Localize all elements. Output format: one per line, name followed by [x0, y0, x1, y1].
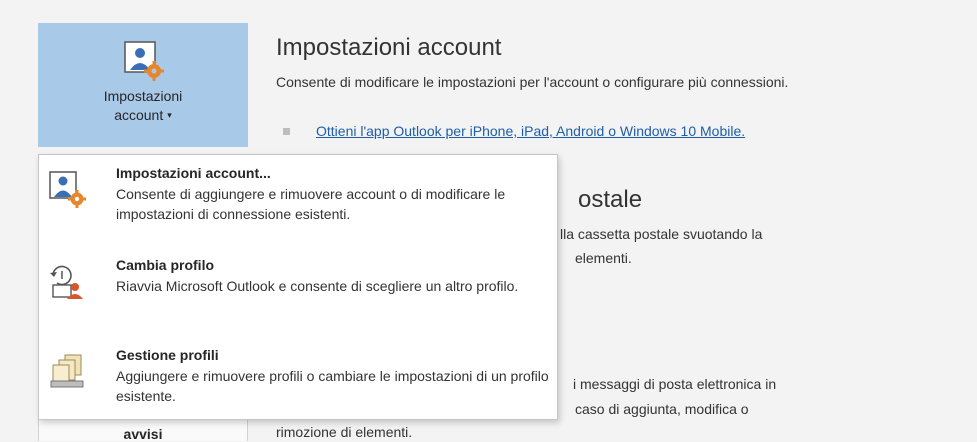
account-settings-button[interactable]: Impostazioni account ▾ [38, 23, 248, 147]
rules-description-line3: rimozione di elementi. [276, 424, 413, 440]
mailbox-description-line1: lla cassetta postale svuotando la [560, 226, 763, 242]
account-settings-dropdown: Impostazioni account... Consente di aggi… [38, 154, 558, 420]
change-profile-icon [47, 261, 87, 301]
account-button-label-line2: account [114, 107, 164, 123]
account-settings-icon [121, 38, 165, 82]
mailbox-description-line2: elementi. [575, 250, 632, 266]
menu-item-title: Gestione profili [116, 347, 219, 363]
menu-item-account-settings[interactable]: Impostazioni account... Consente di aggi… [39, 155, 557, 241]
account-button-label-line1: Impostazioni [103, 88, 183, 104]
account-settings-icon [47, 169, 87, 209]
menu-item-description: Aggiungere e rimuovere profili o cambiar… [116, 368, 549, 404]
menu-item-description: Riavvia Microsoft Outlook e consente di … [116, 278, 519, 294]
outlook-app-link[interactable]: Ottieni l'app Outlook per iPhone, iPad, … [316, 123, 745, 139]
manage-profiles-icon [47, 351, 87, 391]
menu-item-change-profile[interactable]: Cambia profilo Riavvia Microsoft Outlook… [39, 247, 557, 333]
mailbox-section-title: ostale [578, 186, 643, 213]
section-description: Consente di modificare le impostazioni p… [276, 74, 789, 90]
menu-item-title: Cambia profilo [116, 257, 215, 273]
rules-description-line1: i messaggi di posta elettronica in [573, 376, 777, 392]
chevron-down-icon: ▾ [167, 109, 172, 120]
rules-description-line2: caso di aggiunta, modifica o [575, 401, 749, 417]
bullet-icon [283, 127, 290, 135]
menu-item-description: Consente di aggiungere e rimuovere accou… [116, 186, 506, 222]
menu-item-title: Impostazioni account... [116, 165, 271, 181]
page-title: Impostazioni account [276, 34, 502, 61]
rules-alerts-button[interactable]: avvisi [38, 418, 248, 442]
menu-item-manage-profiles[interactable]: Gestione profili Aggiungere e rimuovere … [39, 337, 557, 421]
